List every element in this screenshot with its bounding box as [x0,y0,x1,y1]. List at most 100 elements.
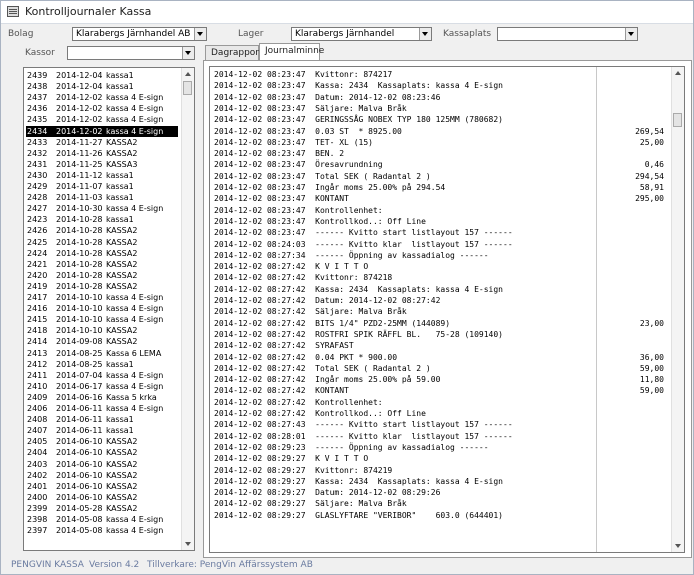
list-item[interactable]: 2421 2014-10-28 KASSA2 [26,259,178,270]
chevron-down-icon[interactable] [419,28,431,40]
list-item-kassa: KASSA2 [106,337,138,347]
journal-view[interactable]: 2014-12-02 08:23:47 Kvittonr: 874217 2014… [209,66,685,553]
list-item[interactable]: 2419 2014-10-28 KASSA2 [26,281,178,292]
journal-line: 2014-12-02 08:29:27 Datum: 2014-12-02 08… [214,487,440,498]
list-item[interactable]: 2399 2014-05-28 KASSA2 [26,503,178,514]
list-item[interactable]: 2408 2014-06-11 kassa1 [26,414,178,425]
list-item-date: 2014-11-27 [56,137,103,147]
scroll-thumb[interactable] [673,113,682,127]
journal-amount: 25,00 [639,137,664,147]
list-item-kassa: kassa 4 E-sign [106,126,164,136]
list-item[interactable]: 2418 2014-10-10 KASSA2 [26,325,178,336]
journal-timestamp: 2014-12-02 08:27:42 [214,341,306,351]
kassor-filter-combo[interactable] [67,46,195,60]
list-item[interactable]: 2429 2014-11-07 kassa1 [26,181,178,192]
list-item[interactable]: 2426 2014-10-28 KASSA2 [26,225,178,236]
list-item-date: 2014-06-11 [56,415,103,425]
list-item[interactable]: 2428 2014-11-03 kassa1 [26,192,178,203]
list-item-nr: 2401 [27,481,48,491]
list-item[interactable]: 2425 2014-10-28 KASSA2 [26,237,178,248]
list-item[interactable]: 2400 2014-06-10 KASSA2 [26,492,178,503]
list-item[interactable]: 2432 2014-11-26 KASSA2 [26,148,178,159]
journal-text: GLASLYFTARE "VERIBOR" 603.0 (644401) [315,510,503,520]
journal-timestamp: 2014-12-02 08:23:47 [214,228,306,238]
list-scrollbar[interactable] [181,68,194,550]
scroll-up-icon[interactable] [672,67,684,79]
chevron-down-icon[interactable] [625,28,637,40]
tab-journalminne[interactable]: Journalminne [259,43,324,61]
list-item[interactable]: 2409 2014-06-16 Kassa 5 krka [26,392,178,403]
kassaplats-combo[interactable] [497,27,638,41]
list-item[interactable]: 2406 2014-06-11 kassa 4 E-sign [26,403,178,414]
list-item-date: 2014-12-02 [56,93,103,103]
list-item-date: 2014-10-10 [56,304,103,314]
list-item[interactable]: 2420 2014-10-28 KASSA2 [26,270,178,281]
journal-scrollbar[interactable] [671,67,684,552]
list-item[interactable]: 2405 2014-06-10 KASSA2 [26,436,178,447]
list-item-nr: 2397 [27,526,48,536]
tab-dagrapport[interactable]: Dagrapport [205,45,263,61]
chevron-down-icon[interactable] [182,47,194,59]
kassor-label: Kassor [25,48,55,58]
list-item[interactable]: 2423 2014-10-28 kassa1 [26,214,178,225]
list-item-kassa: KASSA2 [106,503,138,513]
list-item[interactable]: 2412 2014-08-25 kassa1 [26,359,178,370]
list-item-date: 2014-10-10 [56,315,103,325]
list-item-kassa: kassa1 [106,193,134,203]
list-item-kassa: kassa 4 E-sign [106,293,164,302]
list-item-nr: 2434 [27,126,48,136]
list-item[interactable]: 2435 2014-12-02 kassa 4 E-sign [26,114,178,125]
list-item-nr: 2405 [27,437,48,447]
list-item[interactable]: 2407 2014-06-11 kassa1 [26,425,178,436]
list-item[interactable]: 2427 2014-10-30 kassa 4 E-sign [26,203,178,214]
journal-amount: 59,00 [639,363,664,373]
list-item-nr: 2423 [27,215,48,225]
scroll-thumb[interactable] [183,81,192,95]
kassor-list[interactable]: 2439 2014-12-04 kassa1 2438 2014-12-04 kassa1… [23,67,195,551]
journal-timestamp: 2014-12-02 08:23:47 [214,205,306,215]
list-item[interactable]: 2417 2014-10-10 kassa 4 E-sign [26,292,178,303]
scroll-down-icon[interactable] [182,538,194,550]
scroll-down-icon[interactable] [672,540,684,552]
bolag-combo[interactable]: Klarabergs Järnhandel AB [72,27,207,41]
journal-timestamp: 2014-12-02 08:23:47 [214,70,306,79]
journal-line: 2014-12-02 08:27:42 ROSTFRI SPIK RÄFFL B… [214,329,503,340]
list-item[interactable]: 2415 2014-10-10 kassa 4 E-sign [26,314,178,325]
journal-amount: 23,00 [639,318,664,328]
list-item[interactable]: 2411 2014-07-04 kassa 4 E-sign [26,370,178,381]
window-title: Kontrolljournaler Kassa [25,5,152,18]
list-item[interactable]: 2434 2014-12-02 kassa 4 E-sign [26,125,178,137]
list-item[interactable]: 2430 2014-11-12 kassa1 [26,170,178,181]
list-item[interactable]: 2397 2014-05-08 kassa 4 E-sign [26,525,178,536]
scroll-up-icon[interactable] [182,68,194,80]
list-item[interactable]: 2402 2014-06-10 KASSA2 [26,470,178,481]
list-item[interactable]: 2416 2014-10-10 kassa 4 E-sign [26,303,178,314]
chevron-down-icon[interactable] [194,28,206,40]
list-item[interactable]: 2433 2014-11-27 KASSA2 [26,137,178,148]
list-item-date: 2014-08-25 [56,348,103,358]
list-item[interactable]: 2414 2014-09-08 KASSA2 [26,336,178,347]
lager-combo[interactable]: Klarabergs Järnhandel [291,27,432,41]
list-item[interactable]: 2438 2014-12-04 kassa1 [26,81,178,92]
list-item[interactable]: 2413 2014-08-25 Kassa 6 LEMA [26,348,178,359]
vendor-text: Tillverkare: PengVin Affärssystem AB [147,560,313,570]
list-item[interactable]: 2424 2014-10-28 KASSA2 [26,248,178,259]
journal-timestamp: 2014-12-02 08:29:27 [214,454,306,464]
journal-text: BITS 1/4" PZD2-25MM (144089) [315,318,451,328]
list-item-kassa: kassa1 [106,182,134,191]
journal-timestamp: 2014-12-02 08:27:42 [214,375,306,385]
list-item[interactable]: 2439 2014-12-04 kassa1 [26,70,178,81]
list-item[interactable]: 2403 2014-06-10 KASSA2 [26,459,178,470]
list-item-kassa: KASSA2 [106,492,138,502]
journal-line: 2014-12-02 08:27:34 ------ Öppning av ka… [214,250,489,261]
journal-timestamp: 2014-12-02 08:27:42 [214,397,306,407]
journal-line: 2014-12-02 08:27:42 Ingår moms 25.00% på… [214,374,440,385]
journal-text: Datum: 2014-12-02 08:23:46 [315,92,441,102]
list-item[interactable]: 2404 2014-06-10 KASSA2 [26,447,178,458]
list-item[interactable]: 2431 2014-11-25 KASSA3 [26,159,178,170]
list-item[interactable]: 2401 2014-06-10 KASSA2 [26,481,178,492]
list-item[interactable]: 2436 2014-12-02 kassa 4 E-sign [26,103,178,114]
list-item[interactable]: 2437 2014-12-02 kassa 4 E-sign [26,92,178,103]
list-item[interactable]: 2410 2014-06-17 kassa 4 E-sign [26,381,178,392]
list-item[interactable]: 2398 2014-05-08 kassa 4 E-sign [26,514,178,525]
